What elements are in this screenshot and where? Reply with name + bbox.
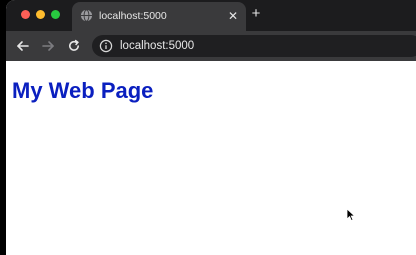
page-content: My Web Page	[6, 61, 416, 255]
browser-toolbar: localhost:5000	[6, 31, 416, 61]
new-tab-button[interactable]: +	[247, 5, 265, 23]
globe-icon	[80, 9, 93, 22]
tab-strip: localhost:5000 ✕ +	[6, 0, 416, 31]
mouse-cursor-icon	[346, 208, 356, 222]
window-minimize-button[interactable]	[36, 10, 45, 19]
arrow-right-icon[interactable]	[39, 37, 57, 55]
reload-icon[interactable]	[65, 37, 83, 55]
tab-close-icon[interactable]: ✕	[225, 8, 241, 24]
tab-title: localhost:5000	[99, 10, 167, 22]
arrow-left-icon[interactable]	[14, 37, 32, 55]
window-close-button[interactable]	[21, 10, 30, 19]
browser-window: localhost:5000 ✕ + localhost:5000 My Web…	[6, 0, 416, 255]
info-icon[interactable]	[99, 39, 113, 53]
address-bar[interactable]: localhost:5000	[92, 35, 416, 57]
window-maximize-button[interactable]	[51, 10, 60, 19]
tab-localhost[interactable]: localhost:5000 ✕	[72, 2, 246, 31]
page-title: My Web Page	[12, 78, 154, 103]
url-text[interactable]: localhost:5000	[120, 38, 194, 54]
